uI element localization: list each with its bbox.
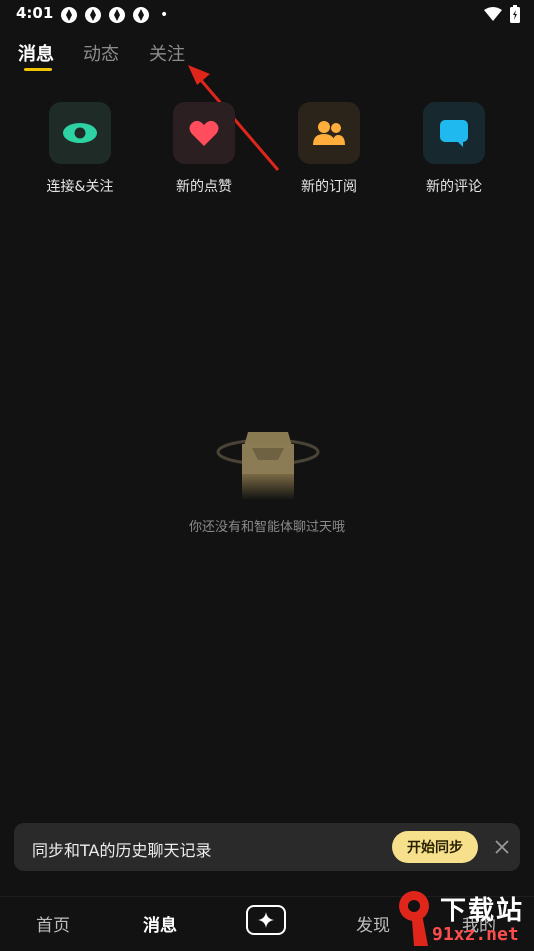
watermark-top-text: 下载站 xyxy=(440,896,525,926)
new-subscriptions-button[interactable] xyxy=(298,102,360,164)
status-time: 4:01 xyxy=(16,4,54,22)
empty-inbox-illustration xyxy=(216,432,320,500)
new-likes-button[interactable] xyxy=(173,102,235,164)
app-notification-icon xyxy=(85,7,101,23)
heart-icon xyxy=(189,120,219,146)
start-sync-button[interactable]: 开始同步 xyxy=(392,831,478,863)
people-icon xyxy=(313,121,345,145)
plus-icon xyxy=(258,912,274,928)
system-icons xyxy=(484,5,520,23)
empty-state-message: 你还没有和智能体聊过天哦 xyxy=(188,520,345,535)
new-likes-label: 新的点赞 xyxy=(176,179,232,195)
close-icon[interactable] xyxy=(492,837,512,857)
status-bar: 4:01 • xyxy=(0,0,534,30)
new-comments-button[interactable] xyxy=(423,102,485,164)
connect-follow-button[interactable] xyxy=(49,102,111,164)
tab-messages[interactable]: 消息 xyxy=(18,40,54,66)
nav-home[interactable]: 首页 xyxy=(36,911,70,936)
app-notification-icon xyxy=(109,7,125,23)
create-button[interactable] xyxy=(246,905,286,935)
new-comments-label: 新的评论 xyxy=(426,179,482,195)
nav-discover[interactable]: 发现 xyxy=(356,911,390,936)
app-notification-icon xyxy=(61,7,77,23)
app-notification-icon xyxy=(133,7,149,23)
sync-history-banner: 同步和TA的历史聊天记录 开始同步 xyxy=(14,823,520,871)
wifi-icon xyxy=(484,7,502,21)
tab-activity[interactable]: 动态 xyxy=(83,40,119,66)
watermark-url: 91xz.net xyxy=(432,924,519,945)
nav-messages[interactable]: 消息 xyxy=(143,911,177,936)
notification-icons: • xyxy=(60,6,168,24)
active-tab-indicator xyxy=(24,68,52,71)
connect-follow-label: 连接&关注 xyxy=(46,179,114,195)
site-watermark: 下载站 91xz.net xyxy=(392,888,534,950)
watermark-logo-icon xyxy=(399,891,429,946)
eye-icon xyxy=(63,123,97,143)
new-subscriptions-label: 新的订阅 xyxy=(301,179,357,195)
sync-banner-text: 同步和TA的历史聊天记录 xyxy=(32,841,212,860)
comment-icon xyxy=(440,120,468,147)
status-dot: • xyxy=(160,7,169,23)
battery-icon xyxy=(510,5,520,23)
